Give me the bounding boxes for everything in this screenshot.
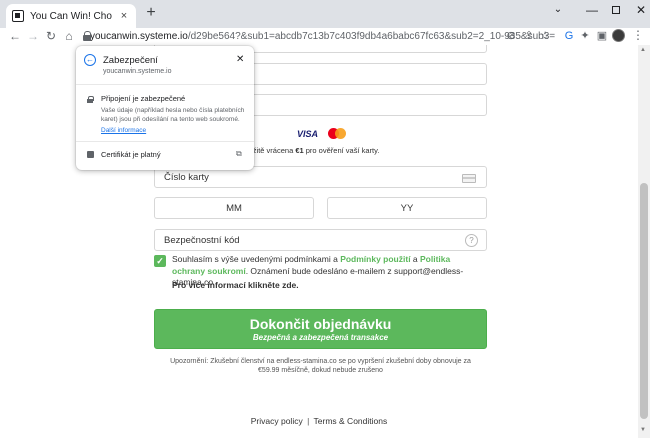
tab-search-icon[interactable]: ⌄ [542, 0, 574, 22]
new-tab-button[interactable]: + [143, 5, 159, 21]
learn-more-link[interactable]: Další informace [101, 127, 146, 134]
tab-strip: You Can Win! Choose Your Prize × + ⌄ — ✕ [0, 0, 650, 28]
tab-title: You Can Win! Choose Your Prize [30, 10, 112, 22]
page-scrollbar[interactable]: ▲ ▼ [638, 45, 650, 438]
payment-logos: VISA [297, 128, 347, 139]
popup-divider [76, 84, 254, 85]
reload-button[interactable]: ↻ [42, 29, 60, 43]
site-favicon-icon [12, 10, 24, 22]
external-link-icon[interactable]: ⧉ [236, 149, 242, 159]
back-arrow-icon[interactable]: ← [84, 54, 96, 66]
extensions-icon[interactable]: ✦ [578, 29, 592, 43]
menu-icon[interactable]: ⋮ [632, 28, 644, 42]
year-placeholder: YY [400, 202, 414, 214]
scroll-down-icon[interactable]: ▼ [640, 427, 646, 433]
tab-active[interactable]: You Can Win! Choose Your Prize × [6, 4, 136, 28]
profile-avatar[interactable] [612, 29, 625, 42]
popup-title: Zabezpečení [103, 55, 158, 66]
mastercard-logo [328, 128, 347, 139]
star-icon[interactable]: ☆ [538, 29, 552, 43]
help-icon[interactable]: ? [465, 234, 478, 247]
security-code-placeholder: Bezpečnostní kód [164, 234, 240, 246]
share-icon[interactable]: ⇪ [522, 29, 536, 43]
more-info-link[interactable]: Pro více informací klikněte zde. [172, 280, 299, 290]
url-path: /d29be564?&sub1=abcdb7c13b7c403f9db4a6ba… [187, 30, 556, 42]
complete-order-button[interactable]: Dokončit objednávku Bezpečná a zabezpeče… [154, 309, 487, 349]
expiry-month-input[interactable]: MM [154, 197, 314, 219]
terms-link[interactable]: Podmínky použití [340, 254, 410, 264]
consent-checkbox[interactable]: ✓ [154, 255, 166, 267]
lock-icon [87, 96, 94, 103]
tab-close-icon[interactable]: × [118, 10, 130, 22]
scroll-thumb[interactable] [640, 183, 648, 419]
translate-icon[interactable]: G [562, 29, 576, 43]
expiry-year-input[interactable]: YY [327, 197, 487, 219]
url-host: youcanwin.systeme.io [90, 30, 188, 42]
address-bar[interactable]: youcanwin.systeme.io/d29be564?&sub1=abcd… [76, 28, 556, 44]
visa-logo: VISA [297, 128, 319, 139]
sidepanel-icon[interactable]: ▣ [595, 29, 609, 43]
popup-domain: youcanwin.systeme.io [103, 68, 172, 75]
terms-conditions-link[interactable]: Terms & Conditions [314, 416, 388, 426]
connection-secure-title: Připojení je zabezpečené [101, 94, 186, 103]
certificate-icon [87, 151, 94, 158]
forward-button[interactable]: → [24, 29, 42, 43]
month-placeholder: MM [226, 202, 242, 214]
credit-card-icon [462, 174, 476, 183]
footer-separator: | [307, 416, 310, 426]
trial-warning: Upozornění: Zkušební členství na endless… [170, 358, 471, 374]
popup-close-icon[interactable]: ✕ [236, 54, 244, 65]
submit-sublabel: Bezpečná a zabezpečená transakce [252, 333, 389, 342]
close-window-button[interactable]: ✕ [625, 0, 650, 22]
certificate-valid-item[interactable]: Certifikát je platný [101, 150, 161, 159]
popup-divider [76, 141, 254, 142]
security-code-input[interactable]: Bezpečnostní kód ? [154, 229, 487, 251]
eye-off-icon[interactable]: ⊘ [504, 29, 518, 43]
back-button[interactable]: ← [6, 29, 24, 43]
footer: Privacy policy | Terms & Conditions [0, 416, 638, 426]
scroll-up-icon[interactable]: ▲ [640, 47, 646, 53]
privacy-policy-link[interactable]: Privacy policy [251, 416, 303, 426]
submit-label: Dokončit objednávku [249, 316, 392, 332]
site-info-popup: ← Zabezpečení youcanwin.systeme.io ✕ Při… [76, 46, 254, 170]
connection-secure-description: Vaše údaje (například hesla nebo čísla p… [101, 107, 245, 123]
card-number-placeholder: Číslo karty [164, 171, 209, 183]
